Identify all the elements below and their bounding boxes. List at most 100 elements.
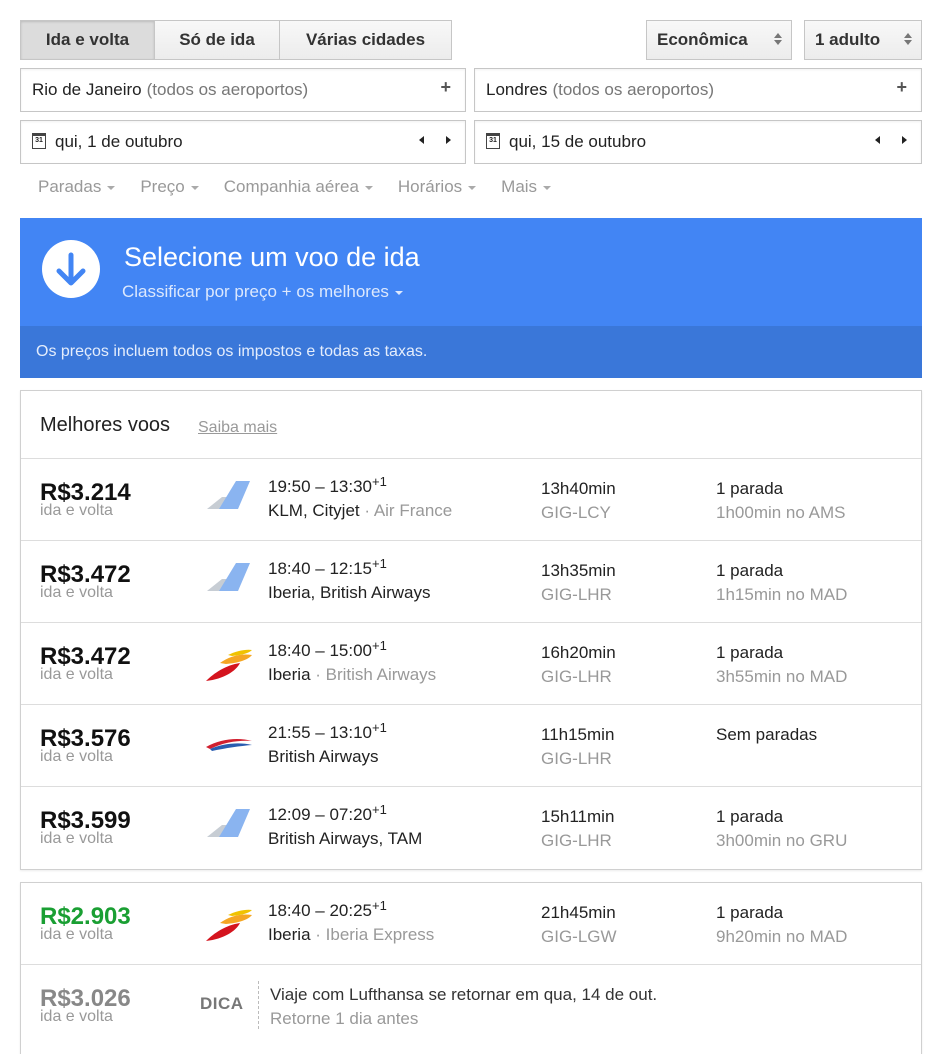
tip-row[interactable]: R$3.026 ida e volta DICA Viaje com Lufth… bbox=[21, 965, 921, 1047]
select-arrows-icon bbox=[904, 33, 912, 45]
return-date-value: qui, 15 de outubro bbox=[509, 132, 647, 151]
flight-stops: 1 parada bbox=[716, 807, 784, 826]
best-flights-header: Melhores voos Saiba mais bbox=[21, 391, 921, 459]
flight-times: 12:09 – 07:20+1 bbox=[268, 802, 387, 824]
flight-row[interactable]: R$3.214 ida e volta 19:50 – 13:30+1 KLM, Ci… bbox=[21, 459, 921, 541]
add-destination-icon[interactable]: + bbox=[896, 77, 907, 98]
destination-note: (todos os aeroportos) bbox=[552, 80, 715, 99]
flight-duration: 16h20min bbox=[541, 643, 616, 662]
flight-airlines: Iberia · Iberia Express bbox=[268, 925, 435, 944]
next-day-icon[interactable] bbox=[902, 136, 907, 144]
flight-stops: 1 parada bbox=[716, 643, 784, 662]
prev-day-icon[interactable] bbox=[419, 136, 424, 144]
banner-title: Selecione um voo de ida bbox=[124, 242, 420, 272]
select-outbound-banner: Selecione um voo de ida Classificar por … bbox=[20, 218, 922, 378]
tip-text: Viaje com Lufthansa se retornar em qua, … bbox=[270, 985, 658, 1004]
flight-stops: Sem paradas bbox=[716, 725, 818, 744]
flight-duration: 11h15min bbox=[541, 725, 615, 744]
generic-tail-icon bbox=[204, 479, 254, 519]
depart-date-value: qui, 1 de outubro bbox=[55, 132, 183, 151]
tip-price-sub: ida e volta bbox=[40, 1008, 113, 1025]
flight-row[interactable]: R$3.472 ida e volta 18:40 – 15:00+1 Iberia … bbox=[21, 623, 921, 705]
arrow-down-circle-icon bbox=[42, 240, 100, 298]
filter-times[interactable]: Horários bbox=[398, 177, 477, 197]
iberia-logo-icon bbox=[204, 903, 254, 943]
flight-stops: 1 parada bbox=[716, 561, 784, 580]
multi-city-button[interactable]: Várias cidades bbox=[280, 21, 451, 59]
flight-row[interactable]: R$3.576 ida e volta 21:55 – 13:10+1 British… bbox=[21, 705, 921, 787]
tip-label: DICA bbox=[200, 994, 244, 1013]
flight-duration: 13h40min bbox=[541, 479, 616, 498]
sort-label: Classificar por preço + os melhores bbox=[122, 282, 389, 301]
flight-layover: 1h00min no AMS bbox=[716, 503, 846, 522]
flight-price-sub: ida e volta bbox=[40, 748, 113, 765]
flight-route: GIG-LHR bbox=[541, 667, 612, 686]
caret-down-icon bbox=[394, 291, 403, 295]
one-way-button[interactable]: Só de ida bbox=[155, 21, 280, 59]
flight-airlines: KLM, Cityjet · Air France bbox=[268, 501, 453, 520]
depart-date-field[interactable]: 31 qui, 1 de outubro bbox=[20, 120, 466, 164]
filter-label: Preço bbox=[140, 177, 185, 196]
flight-times: 19:50 – 13:30+1 bbox=[268, 474, 387, 496]
best-flights-card: Melhores voos Saiba mais R$3.214 ida e vo… bbox=[20, 390, 922, 870]
generic-tail-icon bbox=[204, 561, 254, 601]
flight-duration: 13h35min bbox=[541, 561, 616, 580]
flight-layover: 3h55min no MAD bbox=[716, 667, 848, 686]
flight-stops: 1 parada bbox=[716, 479, 784, 498]
filter-label: Paradas bbox=[38, 177, 102, 196]
other-flights-card: R$2.903 ida e volta 18:40 – 20:25+1 Iber… bbox=[20, 882, 922, 1054]
flight-airlines: British Airways, TAM bbox=[268, 829, 423, 848]
caret-down-icon bbox=[468, 186, 477, 190]
flight-row[interactable]: R$3.599 ida e volta 12:09 – 07:20+1 British… bbox=[21, 787, 921, 869]
flight-layover: 3h00min no GRU bbox=[716, 831, 848, 850]
origin-note: (todos os aeroportos) bbox=[146, 80, 309, 99]
trip-type-selector: Ida e volta Só de ida Várias cidades bbox=[20, 20, 452, 60]
cabin-select[interactable]: Econômica bbox=[646, 20, 792, 60]
flight-price-sub: ida e volta bbox=[40, 666, 113, 683]
flight-route: GIG-LHR bbox=[541, 749, 612, 768]
flight-price-sub: ida e volta bbox=[40, 830, 113, 847]
flight-route: GIG-LCY bbox=[541, 503, 611, 522]
filter-label: Mais bbox=[501, 177, 538, 196]
filter-airline[interactable]: Companhia aérea bbox=[224, 177, 373, 197]
caret-down-icon bbox=[543, 186, 552, 190]
passengers-value: 1 adulto bbox=[815, 30, 881, 49]
destination-city: Londres bbox=[486, 80, 548, 99]
return-date-field[interactable]: 31 qui, 15 de outubro bbox=[474, 120, 922, 164]
filter-price[interactable]: Preço bbox=[140, 177, 199, 197]
flight-airlines: Iberia, British Airways bbox=[268, 583, 431, 602]
add-origin-icon[interactable]: + bbox=[440, 77, 451, 98]
caret-down-icon bbox=[364, 186, 373, 190]
caret-down-icon bbox=[190, 186, 199, 190]
flight-row[interactable]: R$2.903 ida e volta 18:40 – 20:25+1 Iber… bbox=[21, 883, 921, 965]
flight-row[interactable]: R$3.472 ida e volta 18:40 – 12:15+1 Iberia,… bbox=[21, 541, 921, 623]
origin-field[interactable]: Rio de Janeiro (todos os aeroportos) + bbox=[20, 68, 466, 112]
british-airways-logo-icon bbox=[204, 725, 254, 765]
flight-duration: 21h45min bbox=[541, 903, 616, 922]
best-flights-title: Melhores voos bbox=[40, 414, 171, 436]
flight-stops: 1 parada bbox=[716, 903, 784, 922]
price-note: Os preços incluem todos os impostos e to… bbox=[20, 326, 922, 378]
caret-down-icon bbox=[107, 186, 116, 190]
round-trip-button[interactable]: Ida e volta bbox=[21, 21, 155, 59]
filter-more[interactable]: Mais bbox=[501, 177, 552, 197]
iberia-logo-icon bbox=[204, 643, 254, 683]
flight-route: GIG-LHR bbox=[541, 831, 612, 850]
flight-airlines: Iberia · British Airways bbox=[268, 665, 437, 684]
flight-route: GIG-LHR bbox=[541, 585, 612, 604]
destination-field[interactable]: Londres (todos os aeroportos) + bbox=[474, 68, 922, 112]
calendar-icon: 31 bbox=[486, 133, 500, 149]
generic-tail-icon bbox=[204, 807, 254, 847]
flight-layover: 9h20min no MAD bbox=[716, 927, 848, 946]
calendar-icon: 31 bbox=[32, 133, 46, 149]
prev-day-icon[interactable] bbox=[875, 136, 880, 144]
flight-route: GIG-LGW bbox=[541, 927, 617, 946]
learn-more-link[interactable]: Saiba mais bbox=[198, 419, 277, 437]
next-day-icon[interactable] bbox=[446, 136, 451, 144]
flight-times: 18:40 – 20:25+1 bbox=[268, 898, 387, 920]
filter-stops[interactable]: Paradas bbox=[38, 177, 116, 197]
passengers-select[interactable]: 1 adulto bbox=[804, 20, 922, 60]
sort-dropdown[interactable]: Classificar por preço + os melhores bbox=[122, 282, 403, 302]
flight-price-sub: ida e volta bbox=[40, 502, 113, 519]
filter-bar: Paradas Preço Companhia aérea Horários M… bbox=[38, 177, 576, 197]
